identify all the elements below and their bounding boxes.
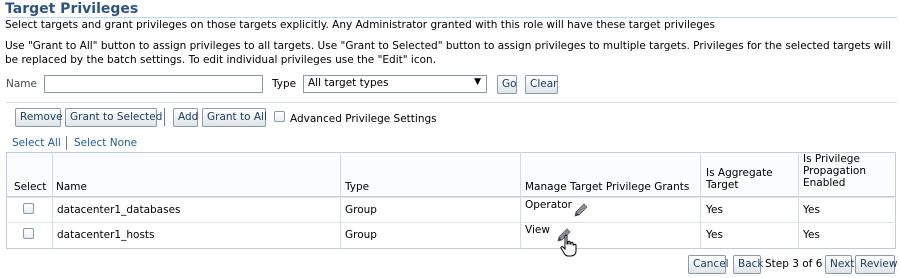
row-aggregate: Yes <box>706 229 723 241</box>
page-title: Target Privileges <box>5 1 139 17</box>
column-divider <box>700 152 701 249</box>
advanced-privilege-checkbox[interactable] <box>274 111 285 122</box>
page-instructions: Use "Grant to All" button to assign priv… <box>5 40 892 66</box>
select-all-link[interactable]: Select All <box>12 137 61 149</box>
advanced-privilege-label: Advanced Privilege Settings <box>290 113 437 125</box>
grant-to-all-button[interactable]: Grant to All <box>202 108 267 127</box>
row-divider <box>6 222 896 223</box>
column-header-aggregate: Is Aggregate Target <box>706 167 773 191</box>
row-type: Group <box>345 229 377 241</box>
column-divider <box>798 152 799 249</box>
title-divider <box>5 17 897 18</box>
review-button[interactable]: Review <box>855 255 897 274</box>
row-grant: Operator <box>525 199 572 211</box>
grant-to-selected-button[interactable]: Grant to Selected <box>65 108 162 127</box>
row-name: datacenter1_databases <box>57 204 181 216</box>
column-divider <box>52 152 53 249</box>
row-aggregate: Yes <box>706 204 723 216</box>
next-button[interactable]: Next <box>825 255 854 274</box>
row-select-checkbox[interactable] <box>23 228 34 239</box>
clear-button[interactable]: Clear <box>525 75 558 94</box>
column-header-type[interactable]: Type <box>345 181 369 196</box>
row-name: datacenter1_hosts <box>57 229 155 241</box>
toolbar-divider <box>6 102 897 103</box>
row-propagation: Yes <box>803 204 820 216</box>
column-header-select: Select <box>14 181 47 193</box>
row-select-checkbox[interactable] <box>23 203 34 214</box>
name-label: Name <box>6 78 37 90</box>
step-indicator: Step 3 of 6 <box>765 258 823 270</box>
remove-button[interactable]: Remove <box>15 108 63 127</box>
row-divider <box>6 197 896 198</box>
go-button[interactable]: Go <box>497 75 517 94</box>
cancel-button[interactable]: Cancel <box>688 255 729 274</box>
page-description: Select targets and grant privileges on t… <box>5 19 715 31</box>
target-type-select[interactable]: All target types ▼ <box>303 75 487 93</box>
row-propagation: Yes <box>803 229 820 241</box>
row-type: Group <box>345 204 377 216</box>
name-search-input[interactable] <box>44 75 263 93</box>
column-header-name[interactable]: Name <box>56 181 87 196</box>
column-divider <box>520 152 521 249</box>
row-grant: View <box>525 224 550 236</box>
pencil-edit-icon[interactable] <box>572 201 590 219</box>
dropdown-arrow-icon: ▼ <box>474 77 481 87</box>
column-header-propagation: Is Privilege Propagation Enabled <box>803 153 866 189</box>
back-button[interactable]: Back <box>733 255 764 274</box>
target-type-value: All target types <box>308 77 389 89</box>
toolbar-separator <box>164 108 165 126</box>
select-none-link[interactable]: Select None <box>74 137 137 149</box>
hand-cursor-icon <box>560 234 577 257</box>
column-divider <box>340 152 341 249</box>
type-label: Type <box>272 78 297 90</box>
column-header-grants: Manage Target Privilege Grants <box>525 181 690 193</box>
add-button[interactable]: Add <box>173 108 198 127</box>
link-separator <box>66 136 67 150</box>
